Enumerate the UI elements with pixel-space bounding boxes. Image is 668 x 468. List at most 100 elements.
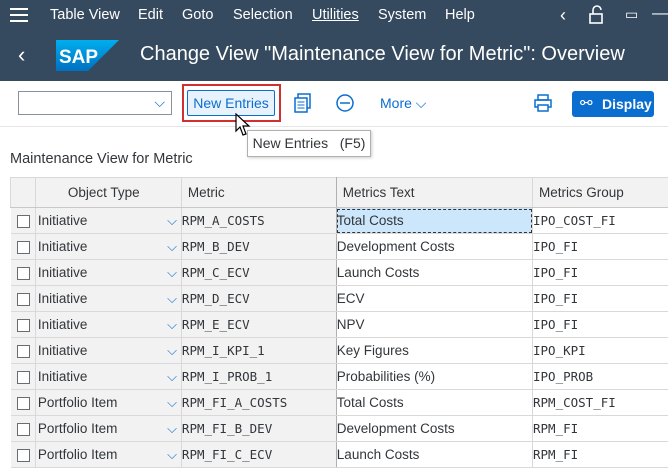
object-type-value: Initiative bbox=[38, 317, 88, 332]
metrics-group-cell[interactable]: IPO_PROB bbox=[533, 364, 668, 390]
menu-selection[interactable]: Selection bbox=[233, 7, 293, 23]
object-type-cell[interactable]: Initiative ⌵ bbox=[35, 312, 181, 338]
table-row[interactable]: Initiative⌵RPM_C_ECVLaunch CostsIPO_FI bbox=[11, 260, 668, 286]
table-row[interactable]: Initiative⌵RPM_B_DEVDevelopment CostsIPO… bbox=[11, 234, 668, 260]
chevron-down-icon[interactable]: ⌵ bbox=[167, 265, 177, 281]
row-checkbox[interactable] bbox=[17, 371, 30, 384]
header-metrics-text[interactable]: Metrics Text bbox=[336, 178, 532, 208]
chevron-left-icon[interactable]: ‹ bbox=[560, 5, 566, 26]
menu-edit[interactable]: Edit bbox=[138, 7, 163, 23]
row-select[interactable] bbox=[11, 208, 36, 234]
row-checkbox[interactable] bbox=[17, 449, 30, 462]
menu-help[interactable]: Help bbox=[445, 7, 475, 23]
settings-menu-icon[interactable]: ▭ bbox=[625, 6, 638, 23]
metrics-text-cell[interactable]: NPV bbox=[336, 312, 532, 338]
row-checkbox[interactable] bbox=[17, 423, 30, 436]
hamburger-menu-icon[interactable] bbox=[10, 8, 28, 22]
metrics-group-cell[interactable]: IPO_FI bbox=[533, 286, 668, 312]
metrics-text-cell[interactable]: Development Costs bbox=[336, 234, 532, 260]
chevron-down-icon[interactable]: ⌵ bbox=[167, 213, 177, 229]
copy-icon[interactable] bbox=[294, 93, 312, 118]
metrics-group-cell[interactable]: RPM_FI bbox=[533, 442, 668, 468]
header-metrics-group[interactable]: Metrics Group bbox=[533, 178, 668, 208]
print-icon[interactable] bbox=[533, 93, 553, 118]
row-checkbox[interactable] bbox=[17, 397, 30, 410]
object-type-cell[interactable]: Initiative⌵ bbox=[35, 338, 181, 364]
row-checkbox[interactable] bbox=[17, 215, 30, 228]
header-metric[interactable]: Metric bbox=[181, 178, 336, 208]
row-checkbox[interactable] bbox=[17, 293, 30, 306]
metrics-group-cell[interactable]: IPO_FI bbox=[533, 312, 668, 338]
row-checkbox[interactable] bbox=[17, 345, 30, 358]
object-type-value: Portfolio Item bbox=[38, 447, 118, 462]
row-select[interactable] bbox=[11, 234, 36, 260]
row-select[interactable] bbox=[11, 260, 36, 286]
table-row[interactable]: Portfolio Item⌵RPM_FI_C_ECVLaunch CostsR… bbox=[11, 442, 668, 468]
row-checkbox[interactable] bbox=[17, 241, 30, 254]
object-type-cell[interactable]: Initiative ⌵ bbox=[35, 234, 181, 260]
object-type-cell[interactable]: Portfolio Item⌵ bbox=[35, 390, 181, 416]
metrics-text-cell[interactable]: Total Costs bbox=[336, 390, 532, 416]
chevron-down-icon[interactable]: ⌵ bbox=[167, 317, 177, 333]
metrics-text-cell[interactable]: ECV bbox=[336, 286, 532, 312]
menu-goto[interactable]: Goto bbox=[182, 7, 213, 23]
page-title: Change View "Maintenance View for Metric… bbox=[140, 43, 625, 66]
metrics-group-cell[interactable]: IPO_FI bbox=[533, 234, 668, 260]
header-object-type[interactable]: Object Type bbox=[35, 178, 181, 208]
metrics-text-cell[interactable]: Launch Costs bbox=[336, 442, 532, 468]
row-select[interactable] bbox=[11, 338, 36, 364]
table-row[interactable]: Initiative⌵RPM_I_KPI_1Key FiguresIPO_KPI bbox=[11, 338, 668, 364]
metrics-group-cell[interactable]: IPO_FI bbox=[533, 260, 668, 286]
table-row[interactable]: Portfolio Item⌵RPM_FI_A_COSTSTotal Costs… bbox=[11, 390, 668, 416]
row-select[interactable] bbox=[11, 416, 36, 442]
back-icon[interactable]: ‹ bbox=[18, 42, 25, 68]
chevron-down-icon[interactable]: ⌵ bbox=[167, 369, 177, 385]
row-select[interactable] bbox=[11, 286, 36, 312]
row-select[interactable] bbox=[11, 390, 36, 416]
view-selector[interactable]: ⌵ bbox=[18, 91, 172, 115]
chevron-down-icon[interactable]: ⌵ bbox=[167, 343, 177, 359]
chevron-down-icon[interactable]: ⌵ bbox=[167, 421, 177, 437]
metrics-text-cell[interactable]: Launch Costs bbox=[336, 260, 532, 286]
chevron-down-icon[interactable]: ⌵ bbox=[167, 291, 177, 307]
metrics-text-cell[interactable]: Development Costs bbox=[336, 416, 532, 442]
menu-utilities[interactable]: Utilities bbox=[312, 7, 359, 23]
menu-system[interactable]: System bbox=[378, 7, 426, 23]
minimize-icon[interactable]: — bbox=[652, 5, 668, 23]
metrics-text-cell[interactable]: Key Figures bbox=[336, 338, 532, 364]
chevron-down-icon[interactable]: ⌵ bbox=[167, 395, 177, 411]
row-checkbox[interactable] bbox=[17, 319, 30, 332]
row-checkbox[interactable] bbox=[17, 267, 30, 280]
object-type-cell[interactable]: Portfolio Item⌵ bbox=[35, 416, 181, 442]
table-row[interactable]: Initiative⌵RPM_A_COSTSTotal CostsIPO_COS… bbox=[11, 208, 668, 234]
row-select[interactable] bbox=[11, 442, 36, 468]
table-row[interactable]: Initiative⌵RPM_I_PROB_1Probabilities (%)… bbox=[11, 364, 668, 390]
row-select[interactable] bbox=[11, 312, 36, 338]
unlock-icon[interactable] bbox=[588, 5, 606, 30]
metrics-group-cell[interactable]: RPM_COST_FI bbox=[533, 390, 668, 416]
select-all-header[interactable] bbox=[11, 178, 36, 208]
metrics-text-cell[interactable]: Total Costs bbox=[336, 208, 532, 234]
object-type-cell[interactable]: Initiative⌵ bbox=[35, 364, 181, 390]
table-row[interactable]: Portfolio Item⌵RPM_FI_B_DEVDevelopment C… bbox=[11, 416, 668, 442]
menu-table-view[interactable]: Table View bbox=[50, 7, 120, 23]
object-type-value: Initiative bbox=[38, 239, 88, 254]
metrics-group-cell[interactable]: IPO_KPI bbox=[533, 338, 668, 364]
object-type-cell[interactable]: Initiative⌵ bbox=[35, 208, 181, 234]
metrics-group-cell[interactable]: RPM_FI bbox=[533, 416, 668, 442]
table-row[interactable]: Initiative⌵RPM_E_ECVNPVIPO_FI bbox=[11, 312, 668, 338]
object-type-cell[interactable]: Portfolio Item ⌵ bbox=[35, 442, 181, 468]
metric-cell: RPM_I_KPI_1 bbox=[181, 338, 336, 364]
object-type-cell[interactable]: Initiative⌵ bbox=[35, 286, 181, 312]
object-type-cell[interactable]: Initiative⌵ bbox=[35, 260, 181, 286]
chevron-down-icon[interactable]: ⌵ bbox=[167, 239, 177, 255]
new-entries-button[interactable]: New Entries bbox=[187, 90, 275, 116]
metrics-group-cell[interactable]: IPO_COST_FI bbox=[533, 208, 668, 234]
more-button[interactable]: More ⌵ bbox=[380, 95, 426, 112]
display-button[interactable]: ⚯ Display bbox=[572, 91, 654, 117]
table-row[interactable]: Initiative⌵RPM_D_ECVECVIPO_FI bbox=[11, 286, 668, 312]
delete-icon[interactable] bbox=[335, 93, 355, 118]
metrics-text-cell[interactable]: Probabilities (%) bbox=[336, 364, 532, 390]
row-select[interactable] bbox=[11, 364, 36, 390]
chevron-down-icon[interactable]: ⌵ bbox=[167, 447, 177, 463]
